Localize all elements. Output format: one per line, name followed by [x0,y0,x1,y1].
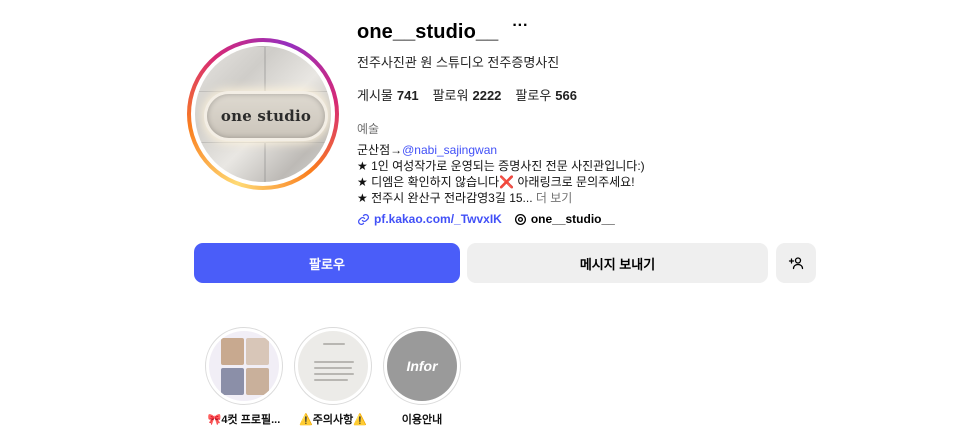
username-row: one__studio__ ··· [357,18,645,46]
threads-link[interactable]: one__studio__ [514,212,615,226]
profile-links: pf.kakao.com/_TwvxIK one__studio__ [357,212,645,226]
studio-sign: one studio [207,94,325,138]
message-button-label: 메시지 보내기 [579,256,656,272]
marble-tile [195,142,265,182]
profile-bio: 군산점→@nabi_sajingwan ★ 1인 여성작가로 운영되는 증명사진… [357,142,645,206]
highlight-cover: Infor [387,331,457,401]
highlight-label: 이용안내 [401,414,443,426]
profile-category: 예술 [357,122,380,136]
marble-tile [265,46,331,92]
bio-line-4-text: ★ 전주시 완산구 전라감영3길 15... [357,191,533,205]
highlight-ring [294,327,372,405]
followers-count[interactable]: 팔로워 2222 [433,85,502,104]
external-link[interactable]: pf.kakao.com/_TwvxIK [357,212,502,226]
bio-line-3-text: ★ 디엠은 확인하지 않습니다 [357,175,500,189]
follow-button[interactable]: 팔로우 [194,243,460,283]
profile-info: one__studio__ ··· 전주사진관 원 스튜디오 전주증명사진 게시… [357,18,645,227]
cross-mark-icon: ❌ [499,175,515,189]
studio-sign-text: one studio [220,107,312,125]
username: one__studio__ [357,20,499,43]
highlight-item[interactable]: Infor 이용안내 [383,327,461,427]
highlight-ring [205,327,283,405]
story-highlights: 🎀4컷 프로필... ⚠️주의사항⚠️ Infor 이용안내 [205,327,461,427]
photo-thumb [246,338,269,365]
profile-stats: 게시물 741 팔로워 2222 팔로우 566 [357,85,645,104]
posts-count: 게시물 741 [357,85,419,104]
add-user-icon [788,257,804,270]
posts-value: 741 [396,88,419,103]
text-line [323,343,345,345]
bio-line-3-suffix: 아래링크로 문의주세요! [514,175,635,189]
highlight-item[interactable]: 🎀4컷 프로필... [205,327,283,427]
following-count[interactable]: 팔로우 566 [515,85,577,104]
marble-tile [265,142,331,182]
text-line [314,361,354,363]
bio-more-link[interactable]: 더 보기 [533,191,572,205]
posts-label: 게시물 [357,88,393,103]
photo-thumb [221,338,244,365]
text-line [314,367,352,369]
highlight-cover [298,331,368,401]
text-line [314,379,348,381]
highlight-ring: Infor [383,327,461,405]
external-link-text: pf.kakao.com/_TwvxIK [374,212,502,226]
avatar-border: one studio [191,42,335,186]
text-line [314,373,354,375]
bio-line-1: 군산점→@nabi_sajingwan [357,142,645,158]
avatar[interactable]: one studio [195,46,331,182]
follow-button-label: 팔로우 [309,256,345,272]
threads-handle: one__studio__ [530,212,615,226]
bio-line-4: ★ 전주시 완산구 전라감영3길 15... 더 보기 [357,190,645,206]
photo-thumb [246,368,269,395]
followers-label: 팔로워 [432,88,469,103]
followers-value: 2222 [472,88,502,103]
following-value: 566 [555,88,577,103]
highlight-cover-text: Infor [406,358,438,374]
bio-line-3: ★ 디엠은 확인하지 않습니다❌ 아래링크로 문의주세요! [357,174,645,190]
bio-mention-link[interactable]: @nabi_sajingwan [402,143,497,157]
photo-thumb [221,368,244,395]
bio-line-1-text: 군산점→ [357,143,403,157]
threads-icon [514,213,526,225]
highlight-cover [209,331,279,401]
full-name: 전주사진관 원 스튜디오 전주증명사진 [357,55,560,70]
highlight-item[interactable]: ⚠️주의사항⚠️ [294,327,372,427]
bio-line-2: ★ 1인 여성작가로 운영되는 증명사진 전문 사진관입니다:) [357,159,645,173]
profile-avatar-ring[interactable]: one studio [187,38,339,190]
highlight-label: ⚠️주의사항⚠️ [299,414,367,426]
link-icon [358,213,369,225]
following-label: 팔로우 [515,88,552,103]
highlight-label: 🎀4컷 프로필... [207,414,281,426]
message-button[interactable]: 메시지 보내기 [467,243,768,283]
marble-tile [195,46,265,92]
more-options-icon[interactable]: ··· [512,18,528,34]
suggest-user-button[interactable] [776,243,816,283]
